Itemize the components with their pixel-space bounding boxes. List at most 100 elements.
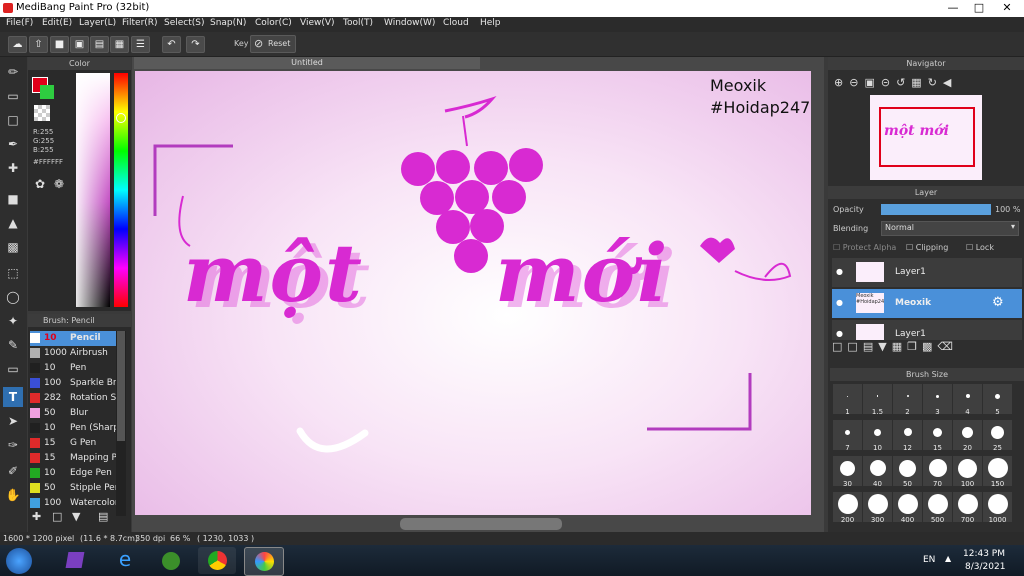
eye-icon[interactable]: ● — [836, 298, 843, 307]
menu-snap[interactable]: Snap(N) — [210, 18, 246, 28]
brush-size-cell[interactable]: 25 — [983, 420, 1012, 452]
merge-icon[interactable]: ▩ — [922, 340, 937, 353]
brush-size-cell[interactable]: 1000 — [983, 492, 1012, 524]
palette-icon[interactable]: ✿ — [35, 177, 45, 191]
clipping-option[interactable]: ☐ Clipping — [906, 243, 948, 252]
brush-tool-icon[interactable]: ✏ — [3, 62, 23, 82]
brush-size-cell[interactable]: 700 — [953, 492, 982, 524]
brush-list-item[interactable]: 10 Pencil — [30, 331, 116, 346]
zoom-minus-icon[interactable]: ⊝ — [881, 76, 896, 89]
hand-tool-icon[interactable]: ✋ — [3, 485, 23, 505]
undo-icon[interactable]: ↶ — [162, 36, 181, 53]
lasso-tool-icon[interactable]: ◯ — [3, 287, 23, 307]
brush-size-cell[interactable]: 5 — [983, 384, 1012, 416]
brush-list-item[interactable]: 50 Stipple Pen — [30, 481, 120, 496]
brush-size-cell[interactable]: 100 — [953, 456, 982, 488]
language-indicator[interactable]: EN — [923, 555, 935, 565]
move-tool-icon[interactable]: ✚ — [3, 158, 23, 178]
lock-option[interactable]: ☐ Lock — [966, 243, 994, 252]
brush-scrollbar[interactable] — [116, 331, 126, 516]
menu-window[interactable]: Window(W) — [384, 18, 435, 28]
menu-layer[interactable]: Layer(L) — [79, 18, 116, 28]
document-canvas[interactable]: Meoxik #Hoidap247 một mới — [135, 71, 811, 515]
transparent-swatch[interactable] — [34, 105, 50, 121]
new-brush-icon[interactable]: □ — [52, 510, 62, 523]
copy-layer-icon[interactable]: ▤ — [863, 340, 878, 353]
brush-size-cell[interactable]: 300 — [863, 492, 892, 524]
clipping-checkbox[interactable]: ☐ — [906, 243, 913, 252]
brush-size-cell[interactable]: 2 — [893, 384, 922, 416]
menu-select[interactable]: Select(S) — [164, 18, 205, 28]
close-button[interactable]: ✕ — [992, 0, 1022, 16]
brush-menu-icon[interactable]: ▼ — [72, 510, 80, 523]
brush-list-item[interactable]: 10 Pen (Sharp — [30, 421, 119, 436]
zoom-fit-icon[interactable]: ▣ — [864, 76, 880, 89]
palette-settings-icon[interactable]: ❁ — [54, 177, 64, 191]
eye-icon[interactable]: ● — [836, 267, 843, 276]
brush-list-item[interactable]: 1000 Airbrush — [30, 346, 116, 361]
brush-size-cell[interactable]: 15 — [923, 420, 952, 452]
brush-size-cell[interactable]: 12 — [893, 420, 922, 452]
reset-button[interactable]: ⊘ Reset — [250, 35, 296, 53]
brush-size-cell[interactable]: 1.5 — [863, 384, 892, 416]
eraser-tool-icon[interactable]: ▭ — [3, 86, 23, 106]
menu-edit[interactable]: Edit(E) — [42, 18, 72, 28]
select-tool-icon[interactable]: ⬚ — [3, 263, 23, 283]
chat-icon[interactable]: ▣ — [70, 36, 89, 53]
list-icon[interactable]: ☰ — [131, 36, 150, 53]
zoom-in-icon[interactable]: ⊕ — [834, 76, 849, 89]
comment-icon[interactable]: ■ — [50, 36, 69, 53]
brush-list-item[interactable]: 10 Pen — [30, 361, 116, 376]
select-pen-tool-icon[interactable]: ✎ — [3, 335, 23, 355]
brush-size-cell[interactable]: 50 — [893, 456, 922, 488]
brush-list-item[interactable]: 10 Edge Pen — [30, 466, 116, 481]
blending-select[interactable]: Normal ▾ — [881, 221, 1019, 236]
menu-help[interactable]: Help — [480, 18, 501, 28]
maximize-button[interactable]: □ — [966, 0, 992, 16]
brush-size-cell[interactable]: 3 — [923, 384, 952, 416]
menu-tool[interactable]: Tool(T) — [343, 18, 373, 28]
brush-list-item[interactable]: 50 Blur — [30, 406, 116, 421]
layer-row[interactable]: ● Layer1 — [832, 320, 1022, 340]
brush-size-cell[interactable]: 20 — [953, 420, 982, 452]
gradient-tool-icon[interactable]: ▩ — [3, 237, 23, 257]
dropper-tool-icon[interactable]: ✐ — [3, 461, 23, 481]
chrome-icon[interactable] — [198, 547, 236, 574]
zoom-out-icon[interactable]: ⊖ — [849, 76, 864, 89]
text-tool-icon[interactable]: T — [3, 387, 23, 407]
brush-size-cell[interactable]: 200 — [833, 492, 862, 524]
add-brush-icon[interactable]: ✚ — [32, 510, 41, 523]
brush-list-item[interactable]: 15 Mapping Pe — [30, 451, 122, 466]
rotate-left-icon[interactable]: ↺ — [896, 76, 911, 89]
brush-list-item[interactable]: 100 Watercolor — [30, 496, 119, 511]
wand-tool-icon[interactable]: ✦ — [3, 311, 23, 331]
protect-alpha-checkbox[interactable]: ☐ — [833, 243, 840, 252]
brush-size-cell[interactable]: 150 — [983, 456, 1012, 488]
minimize-button[interactable]: — — [940, 0, 966, 16]
operation-tool-icon[interactable]: ➤ — [3, 411, 23, 431]
brush-size-cell[interactable]: 4 — [953, 384, 982, 416]
new-layer2-icon[interactable]: □ — [847, 340, 862, 353]
menu-view[interactable]: View(V) — [300, 18, 335, 28]
brush-size-cell[interactable]: 40 — [863, 456, 892, 488]
visual-studio-icon[interactable] — [56, 547, 94, 574]
duplicate-icon[interactable]: ❐ — [907, 340, 922, 353]
medibang-taskbar-icon[interactable] — [244, 547, 284, 576]
protect-alpha-option[interactable]: ☐ Protect Alpha — [833, 243, 896, 252]
trash-icon[interactable]: ⌫ — [937, 340, 958, 353]
clock-time[interactable]: 12:43 PM — [963, 549, 1005, 559]
brush-size-cell[interactable]: 10 — [863, 420, 892, 452]
menu-color[interactable]: Color(C) — [255, 18, 292, 28]
select-eraser-tool-icon[interactable]: ▭ — [3, 359, 23, 379]
horizontal-scrollbar[interactable] — [400, 518, 562, 530]
layer-row[interactable]: ● Layer1 — [832, 258, 1022, 287]
opacity-slider[interactable] — [881, 204, 991, 215]
brush-size-cell[interactable]: 7 — [833, 420, 862, 452]
gear-icon[interactable]: ⚙ — [992, 295, 1004, 310]
hue-slider[interactable] — [114, 73, 128, 307]
background-swatch[interactable] — [40, 85, 54, 99]
cloud-icon[interactable]: ☁ — [8, 36, 27, 53]
brush-size-cell[interactable]: 1 — [833, 384, 862, 416]
brush-list-item[interactable]: 282 Rotation Sy — [30, 391, 122, 406]
folder-icon[interactable]: ▦ — [892, 340, 907, 353]
